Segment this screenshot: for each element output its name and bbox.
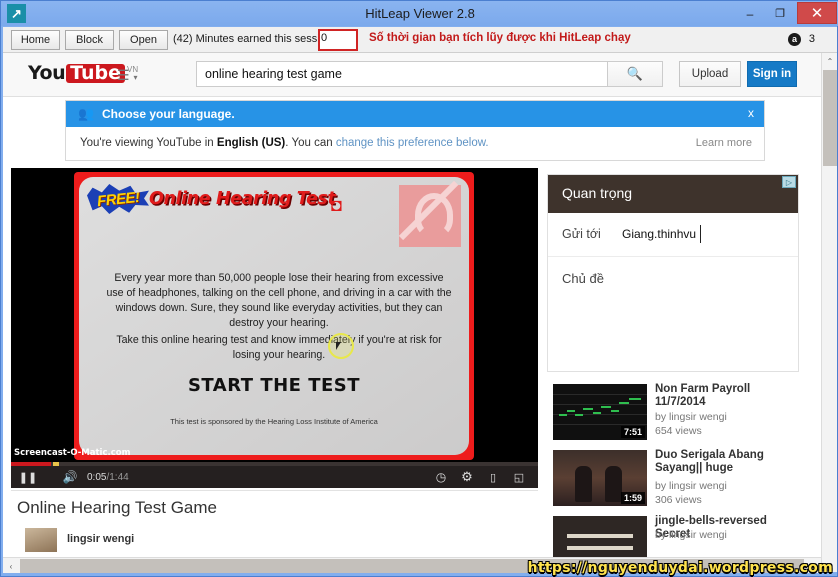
current-time: 0:05: [87, 471, 107, 483]
video-uploader[interactable]: by lingsir wengi: [655, 529, 727, 541]
poster-paragraph-2: Take this online hearing test and know i…: [116, 334, 442, 361]
video-player[interactable]: FREE! Online Hearing Test ◘ Every year m…: [11, 168, 538, 488]
screencast-watermark: Screencast-O-Matic.com: [14, 448, 131, 458]
search-icon[interactable]: 🔍: [608, 61, 663, 87]
watch-later-icon[interactable]: ◷: [430, 466, 452, 488]
content-divider: [11, 490, 538, 491]
hearing-impaired-icon: [399, 185, 461, 247]
theater-mode-icon[interactable]: ▯: [482, 466, 504, 488]
language-notice-header: 👥 Choose your language. x: [66, 101, 764, 127]
hamburger-menu-icon[interactable]: ☰ ▾: [117, 67, 137, 84]
poster-card: FREE! Online Hearing Test ◘ Every year m…: [79, 177, 469, 455]
list-item[interactable]: 7:51 Non Farm Payroll 11/7/2014 by lings…: [547, 380, 803, 446]
close-button[interactable]: ✕: [797, 2, 837, 24]
notice-language: English (US): [216, 137, 286, 149]
ad-subject-label: Chủ đề: [562, 271, 604, 286]
credits-icon: a: [788, 33, 801, 46]
language-notice-body: You're viewing YouTube in English (US). …: [66, 127, 764, 160]
language-notice-text: You're viewing YouTube in English (US). …: [80, 137, 489, 149]
maximize-button[interactable]: ❐: [765, 1, 795, 26]
ad-panel-header: Quan trọng ▷: [548, 175, 798, 213]
video-duration: 1:59: [620, 492, 645, 504]
ad-recipient-label: Gửi tới: [562, 227, 601, 241]
list-item[interactable]: 1:59 Duo Serigala Abang Sayang|| huge by…: [547, 446, 803, 512]
window-title: HitLeap Viewer 2.8: [365, 6, 475, 21]
volume-icon[interactable]: 🔊: [59, 466, 81, 488]
minimize-button[interactable]: –: [735, 1, 765, 26]
mouse-cursor-icon: [336, 342, 344, 350]
application-window: ↗ HitLeap Viewer 2.8 – ❐ ✕ Home Block Op…: [0, 0, 838, 577]
minutes-earned-value: 0: [321, 32, 328, 44]
time-display: 0:05 / 1:44: [87, 466, 177, 488]
video-title-link[interactable]: Non Farm Payroll 11/7/2014: [655, 383, 801, 409]
video-views: 654 views: [655, 425, 702, 437]
free-badge: FREE!: [87, 184, 149, 214]
video-title-link[interactable]: Duo Serigala Abang Sayang|| huge: [655, 449, 801, 475]
free-badge-text: FREE!: [95, 188, 141, 210]
close-icon[interactable]: x: [748, 106, 754, 120]
pause-icon[interactable]: ❚❚: [17, 466, 39, 488]
learn-more-link[interactable]: Learn more: [696, 137, 752, 149]
video-thumbnail[interactable]: 7:51: [553, 384, 647, 440]
minutes-earned-label: (42) Minutes earned this session:: [173, 33, 336, 45]
ad-panel-title: Quan trọng: [562, 185, 633, 201]
people-icon: 👥: [78, 106, 95, 121]
fullscreen-icon[interactable]: ◱: [508, 466, 530, 488]
youtube-masthead: You Tube VN ☰ ▾ 🔍 Upload Sign in: [3, 53, 821, 97]
poster-title: Online Hearing Test: [149, 189, 336, 209]
text-caret: [700, 225, 701, 243]
upload-button[interactable]: Upload: [679, 61, 741, 87]
player-controls: ❚❚ 🔊 0:05 / 1:44 ◷ ⚙ ▯ ◱: [11, 466, 538, 488]
video-duration: 7:51: [620, 426, 645, 438]
video-views: 306 views: [655, 494, 702, 506]
ad-field-recipient[interactable]: Gửi tới Giang.thinhvu: [548, 213, 798, 257]
poster-sponsor-text: This test is sponsored by the Hearing Lo…: [170, 417, 378, 426]
total-time: 1:44: [109, 471, 129, 483]
notice-text-mid: . You can: [285, 137, 336, 149]
browser-viewport: You Tube VN ☰ ▾ 🔍 Upload Sign in 👥 Choos…: [3, 53, 837, 572]
uploader-name[interactable]: lingsir wengi: [67, 533, 134, 545]
watch-page-main: FREE! Online Hearing Test ◘ Every year m…: [3, 168, 821, 572]
notice-text-pre: You're viewing YouTube in: [80, 137, 217, 149]
url-watermark: https://nguyenduydai.wordpress.com: [527, 560, 833, 576]
watch-sidebar: Quan trọng ▷ Gửi tới Giang.thinhvu Chủ đ…: [547, 168, 805, 572]
video-uploader[interactable]: by lingsir wengi: [655, 411, 727, 423]
video-uploader[interactable]: by lingsir wengi: [655, 480, 727, 492]
change-preference-link[interactable]: change this preference below.: [336, 137, 489, 149]
video-title: Online Hearing Test Game: [17, 498, 218, 517]
ad-recipient-value: Giang.thinhvu: [622, 227, 697, 241]
window-titlebar: ↗ HitLeap Viewer 2.8 – ❐ ✕: [1, 1, 838, 26]
start-the-test-text: START THE TEST: [187, 375, 361, 396]
open-button[interactable]: Open: [119, 30, 168, 50]
vertical-scrollbar[interactable]: ⌃ ⌄: [821, 53, 837, 572]
ad-choices-icon[interactable]: ▷: [782, 176, 796, 188]
sign-in-button[interactable]: Sign in: [747, 61, 797, 87]
video-surface[interactable]: FREE! Online Hearing Test ◘ Every year m…: [11, 168, 538, 462]
home-button[interactable]: Home: [11, 30, 60, 50]
language-notice: 👥 Choose your language. x You're viewing…: [65, 100, 765, 161]
logo-you-text: You: [28, 62, 66, 84]
block-button[interactable]: Block: [65, 30, 114, 50]
search-input[interactable]: [196, 61, 608, 87]
language-notice-title: Choose your language.: [102, 107, 235, 121]
sound-waves-icon: ◘: [331, 195, 342, 215]
avatar[interactable]: [25, 528, 57, 552]
poster-frame: FREE! Online Hearing Test ◘ Every year m…: [74, 172, 474, 460]
related-videos-list: 7:51 Non Farm Payroll 11/7/2014 by lings…: [547, 380, 803, 572]
vietnamese-annotation: Số thời gian bạn tích lũy được khi HitLe…: [369, 32, 631, 44]
poster-paragraph-1: Every year more than 50,000 people lose …: [106, 272, 452, 329]
credits-count: 3: [808, 33, 815, 45]
hitleap-toolbar: Home Block Open (42) Minutes earned this…: [3, 27, 837, 53]
video-thumbnail[interactable]: 1:59: [553, 450, 647, 506]
ad-panel[interactable]: Quan trọng ▷ Gửi tới Giang.thinhvu Chủ đ…: [547, 174, 799, 372]
gear-icon[interactable]: ⚙: [456, 466, 478, 488]
scroll-up-icon[interactable]: ⌃: [822, 53, 837, 69]
vertical-scroll-thumb[interactable]: [823, 70, 837, 166]
ad-field-subject[interactable]: Chủ đề: [548, 257, 798, 301]
scroll-left-icon[interactable]: ‹: [3, 558, 19, 574]
